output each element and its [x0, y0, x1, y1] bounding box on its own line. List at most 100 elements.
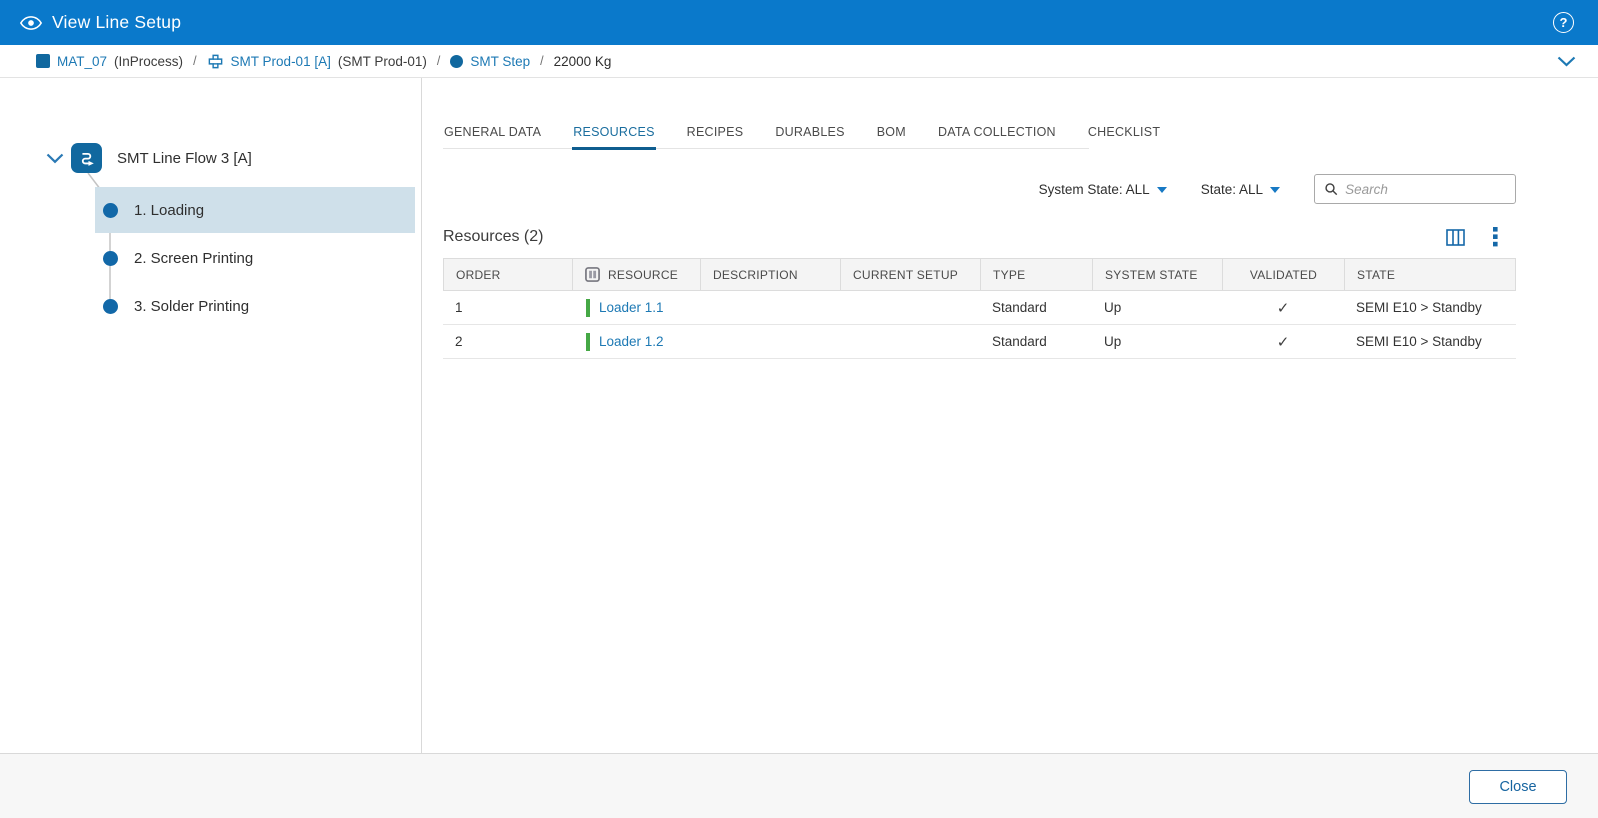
column-header-system-state: SYSTEM STATE: [1093, 259, 1223, 290]
validated-cell: ✓: [1222, 291, 1344, 324]
product-detail: (SMT Prod-01): [338, 54, 427, 69]
step-link[interactable]: SMT Step: [470, 54, 530, 69]
check-icon: ✓: [1277, 299, 1290, 317]
collapse-breadcrumb-button[interactable]: [1557, 56, 1576, 67]
column-header-validated: VALIDATED: [1223, 259, 1345, 290]
search-input[interactable]: [1345, 182, 1506, 197]
system-state-filter-label: System State: ALL: [1039, 182, 1150, 197]
state-filter-label: State: ALL: [1201, 182, 1263, 197]
tab-bom[interactable]: BOM: [876, 120, 907, 150]
system-state-filter-dropdown[interactable]: System State: ALL: [1039, 182, 1167, 197]
tab-recipes[interactable]: RECIPES: [686, 120, 745, 150]
state-cell: SEMI E10 > Standby: [1344, 291, 1516, 324]
table-row: 2 Loader 1.2 Standard Up ✓ SEMI E10 > St…: [443, 325, 1516, 359]
help-icon[interactable]: ?: [1553, 12, 1574, 33]
description-cell: [700, 291, 840, 324]
tab-resources[interactable]: RESOURCES: [572, 120, 655, 150]
resource-status-bar: [586, 333, 590, 351]
column-header-label: RESOURCE: [608, 268, 678, 282]
more-options-button[interactable]: [1493, 227, 1498, 247]
breadcrumb-separator: /: [437, 54, 440, 68]
material-icon: [36, 54, 50, 68]
tree-root-label: SMT Line Flow 3 [A]: [117, 150, 252, 167]
validated-cell: ✓: [1222, 325, 1344, 358]
tab-bar: GENERAL DATA RESOURCES RECIPES DURABLES …: [443, 120, 1089, 149]
chevron-down-icon: [1557, 56, 1576, 67]
chevron-down-icon: [46, 153, 64, 164]
resources-section-header: Resources (2): [443, 224, 1516, 250]
tree-step-loading[interactable]: 1. Loading: [95, 187, 415, 233]
tree-step-screen-printing[interactable]: 2. Screen Printing: [95, 235, 415, 281]
table-row: 1 Loader 1.1 Standard Up ✓ SEMI E10 > St…: [443, 291, 1516, 325]
breadcrumb-material: MAT_07 (InProcess): [36, 54, 183, 69]
resource-status-bar: [586, 299, 590, 317]
step-label: 1. Loading: [134, 202, 204, 219]
tree-root-smt-line-flow[interactable]: SMT Line Flow 3 [A]: [46, 138, 252, 178]
kebab-menu-icon: [1493, 227, 1498, 247]
resource-link[interactable]: Loader 1.1: [599, 300, 664, 315]
resources-count-title: Resources (2): [443, 228, 543, 246]
caret-down-icon: [1157, 187, 1167, 193]
check-icon: ✓: [1277, 333, 1290, 351]
state-cell: SEMI E10 > Standby: [1344, 325, 1516, 358]
step-label: 2. Screen Printing: [134, 250, 253, 267]
step-icon: [450, 55, 463, 68]
column-header-current-setup: CURRENT SETUP: [841, 259, 981, 290]
material-link[interactable]: MAT_07: [57, 54, 107, 69]
current-setup-cell: [840, 325, 980, 358]
tab-durables[interactable]: DURABLES: [774, 120, 845, 150]
flow-tree-panel: SMT Line Flow 3 [A] 1. Loading 2. Screen…: [0, 78, 422, 753]
view-line-setup-window: View Line Setup ? MAT_07 (InProcess) / S…: [0, 0, 1598, 818]
breadcrumb: MAT_07 (InProcess) / SMT Prod-01 [A] (SM…: [0, 45, 1598, 78]
main-area: SMT Line Flow 3 [A] 1. Loading 2. Screen…: [0, 78, 1598, 753]
resource-icon: [585, 267, 600, 282]
table-header-row: ORDER RESOURCE DESCRIPTION CURRENT SETUP…: [443, 258, 1516, 291]
type-cell: Standard: [980, 291, 1092, 324]
search-box: [1314, 174, 1516, 204]
current-setup-cell: [840, 291, 980, 324]
quantity-value: 22000 Kg: [554, 54, 612, 69]
order-cell: 1: [443, 291, 572, 324]
resources-table: ORDER RESOURCE DESCRIPTION CURRENT SETUP…: [443, 258, 1516, 359]
type-cell: Standard: [980, 325, 1092, 358]
search-icon: [1324, 181, 1338, 197]
tab-data-collection[interactable]: DATA COLLECTION: [937, 120, 1057, 150]
tab-checklist[interactable]: CHECKLIST: [1087, 120, 1161, 150]
description-cell: [700, 325, 840, 358]
flow-icon: [71, 143, 102, 173]
column-header-type: TYPE: [981, 259, 1093, 290]
step-label: 3. Solder Printing: [134, 298, 249, 315]
product-icon: [207, 53, 224, 70]
state-filter-dropdown[interactable]: State: ALL: [1201, 182, 1280, 197]
footer-bar: Close: [0, 753, 1598, 818]
table-actions: [1446, 227, 1516, 247]
material-status: (InProcess): [114, 54, 183, 69]
column-header-description: DESCRIPTION: [701, 259, 841, 290]
page-title: View Line Setup: [52, 12, 181, 33]
columns-icon: [1446, 229, 1465, 246]
column-header-order: ORDER: [444, 259, 573, 290]
column-header-state: STATE: [1345, 259, 1515, 290]
filter-bar: System State: ALL State: ALL: [1039, 174, 1516, 204]
breadcrumb-separator: /: [540, 54, 543, 68]
eye-icon: [20, 15, 42, 31]
product-link[interactable]: SMT Prod-01 [A]: [231, 54, 331, 69]
step-node-icon: [103, 299, 118, 314]
tab-general-data[interactable]: GENERAL DATA: [443, 120, 542, 150]
tree-step-solder-printing[interactable]: 3. Solder Printing: [95, 283, 415, 329]
step-detail-panel: GENERAL DATA RESOURCES RECIPES DURABLES …: [443, 78, 1516, 753]
column-header-resource: RESOURCE: [573, 259, 701, 290]
title-bar: View Line Setup ?: [0, 0, 1598, 45]
caret-down-icon: [1270, 187, 1280, 193]
resource-link[interactable]: Loader 1.2: [599, 334, 664, 349]
breadcrumb-separator: /: [193, 54, 196, 68]
resource-cell: Loader 1.1: [572, 291, 700, 324]
breadcrumb-product: SMT Prod-01 [A] (SMT Prod-01): [207, 53, 427, 70]
breadcrumb-step: SMT Step: [450, 54, 530, 69]
step-node-icon: [103, 251, 118, 266]
step-node-icon: [103, 203, 118, 218]
order-cell: 2: [443, 325, 572, 358]
tree-collapse-button[interactable]: [46, 153, 64, 164]
close-button[interactable]: Close: [1469, 770, 1567, 804]
column-settings-button[interactable]: [1446, 229, 1465, 246]
